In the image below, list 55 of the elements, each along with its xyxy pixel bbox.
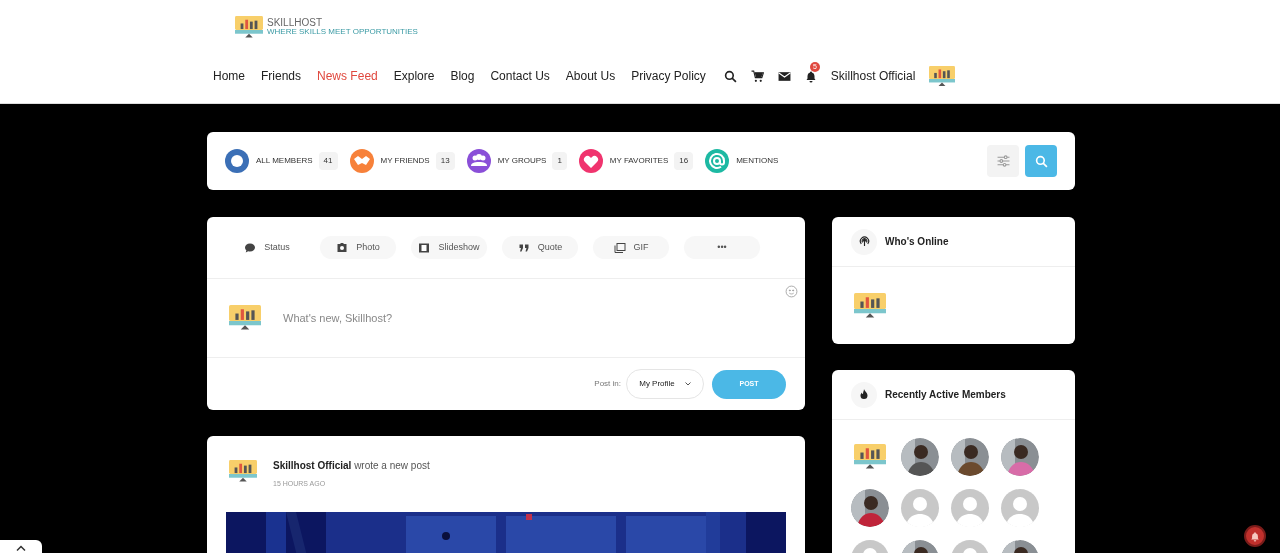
nav-link[interactable]: Friends xyxy=(261,67,302,86)
filter-tab[interactable]: MY FAVORITES xyxy=(609,155,669,167)
default-avatar-icon xyxy=(901,489,939,527)
post-type-button[interactable]: Slideshow xyxy=(411,236,487,259)
cart-icon[interactable] xyxy=(750,69,764,83)
nav-link[interactable]: About Us xyxy=(565,67,616,86)
avatar-logo-icon xyxy=(854,292,886,319)
chevron-up-icon xyxy=(16,545,26,551)
filter-tab[interactable]: MENTIONS xyxy=(736,155,779,167)
post-type-button[interactable]: ••• xyxy=(684,236,760,259)
flame-icon xyxy=(859,389,869,400)
speech-bubble-icon xyxy=(244,241,257,254)
logo-tagline: WHERE SKILLS MEET OPPORTUNITIES xyxy=(267,28,418,37)
post-type-button[interactable]: Photo xyxy=(320,236,396,259)
bell-icon[interactable] xyxy=(804,69,817,83)
logo-text: SKILLHOST xyxy=(267,18,324,29)
nav-link[interactable]: Home xyxy=(213,67,245,86)
filter-count: 1 xyxy=(552,152,567,170)
activity-text: Skillhost Official wrote a new post xyxy=(273,459,430,473)
card-title: Who's Online xyxy=(885,235,949,249)
search-icon[interactable] xyxy=(723,69,737,83)
sliders-icon xyxy=(996,155,1010,167)
nav-link[interactable]: Privacy Policy xyxy=(631,67,706,86)
nav-link[interactable]: Explore xyxy=(393,67,435,86)
post-type-button[interactable]: GIF xyxy=(593,236,669,259)
mail-icon[interactable] xyxy=(777,69,791,83)
bell-icon xyxy=(1250,530,1260,542)
post-type-button[interactable]: Quote xyxy=(502,236,578,259)
default-avatar-icon xyxy=(951,489,989,527)
images-icon xyxy=(613,241,626,254)
user-name[interactable]: Skillhost Official xyxy=(830,67,916,86)
nav-link[interactable]: Contact Us xyxy=(490,67,550,86)
film-icon xyxy=(418,241,431,254)
nav-link[interactable]: Blog xyxy=(450,67,475,86)
filter-tab[interactable]: MY FRIENDS xyxy=(380,155,430,167)
camera-icon xyxy=(336,241,349,254)
avatar-logo-icon xyxy=(229,305,261,331)
filter-tab[interactable]: ALL MEMBERS xyxy=(256,155,313,167)
filter-count: 13 xyxy=(435,152,455,170)
user-avatar-icon xyxy=(929,66,956,87)
nav-link[interactable]: News Feed xyxy=(317,67,378,86)
search-icon xyxy=(1034,154,1048,168)
filter-count: 16 xyxy=(674,152,694,170)
notification-bell-button[interactable] xyxy=(1244,525,1266,547)
avatar-logo-icon xyxy=(229,460,257,483)
avatar-logo-icon xyxy=(854,444,886,470)
card-title: Recently Active Members xyxy=(885,388,1006,402)
broadcast-icon xyxy=(858,236,870,247)
filter-tab[interactable]: MY GROUPS xyxy=(497,155,547,167)
default-avatar-icon xyxy=(1001,489,1039,527)
filter-count: 41 xyxy=(318,152,338,170)
chevron-down-icon xyxy=(684,382,691,386)
post-in-label: Post in: xyxy=(594,378,621,390)
logo-icon xyxy=(235,16,263,39)
post-input-field[interactable]: What's new, Skillhost? xyxy=(283,309,783,327)
